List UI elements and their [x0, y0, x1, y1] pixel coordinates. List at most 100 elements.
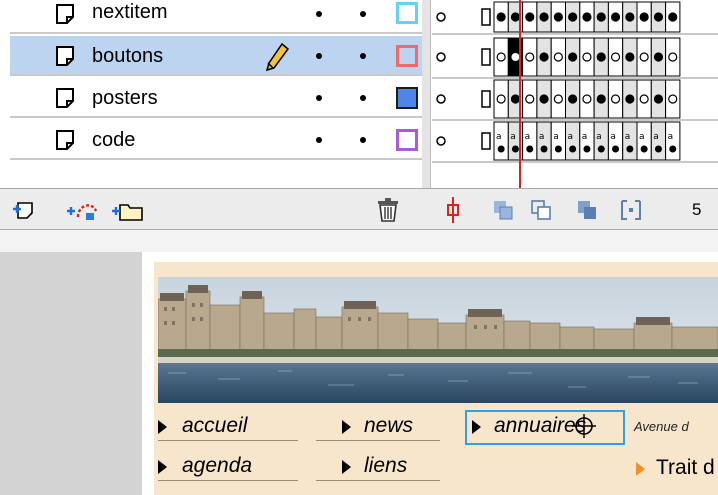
timeline-frames[interactable]: aaaaaaaaaaaaa [432, 0, 718, 188]
keyframe-dot[interactable] [553, 52, 563, 62]
edit-multiple-frames-icon[interactable] [576, 199, 600, 221]
keyframe-dot[interactable] [583, 145, 591, 153]
onion-skin-icon[interactable] [492, 199, 516, 221]
empty-keyframe[interactable] [436, 94, 446, 104]
layer-row-nextitem[interactable]: nextitem [10, 0, 422, 34]
keyframe-dot[interactable] [610, 52, 621, 62]
keyframe-dot[interactable] [653, 94, 664, 104]
nav-agenda[interactable]: agenda [182, 454, 252, 478]
add-motion-guide-icon[interactable] [66, 199, 100, 221]
visibility-dot[interactable] [316, 11, 322, 17]
keyframe-dot[interactable] [669, 145, 677, 153]
center-frame-icon[interactable] [446, 195, 460, 225]
keyframe-dot[interactable] [596, 94, 606, 104]
keyframe-dot[interactable] [539, 94, 549, 104]
arrow-right-icon [636, 462, 645, 476]
keyframe-span[interactable] [481, 8, 491, 26]
empty-keyframe[interactable] [436, 12, 446, 22]
layers-scrollbar[interactable] [422, 0, 430, 188]
layer-row-boutons[interactable]: boutons [10, 36, 422, 76]
keyframe-dot[interactable] [497, 145, 505, 153]
empty-keyframe[interactable] [436, 136, 446, 146]
onion-skin-outlines-icon[interactable] [530, 199, 554, 221]
keyframe-dot[interactable] [568, 52, 578, 62]
keyframe-dot[interactable] [653, 12, 664, 22]
keyframe-dot[interactable] [540, 145, 548, 153]
keyframe-dot[interactable] [625, 94, 635, 104]
insert-folder-icon[interactable] [110, 199, 144, 221]
underline [158, 480, 298, 481]
lock-dot[interactable] [360, 53, 366, 59]
keyframe-dot[interactable] [639, 94, 649, 104]
keyframe-dot[interactable] [610, 94, 621, 104]
keyframe-dot[interactable] [568, 94, 578, 104]
arrow-right-icon [342, 460, 351, 474]
keyframe-dot[interactable] [639, 12, 649, 22]
outline-color-box[interactable] [396, 129, 418, 151]
outline-color-box[interactable] [396, 45, 418, 67]
keyframe-dot[interactable] [582, 94, 592, 104]
insert-layer-icon[interactable] [12, 199, 38, 221]
nav-news[interactable]: news [364, 414, 413, 438]
playhead[interactable] [519, 0, 521, 188]
keyframe-dot[interactable] [511, 145, 519, 153]
keyframe-dot[interactable] [553, 94, 563, 104]
keyframe-span[interactable] [481, 132, 491, 150]
action-marker: a [668, 132, 674, 142]
keyframe-dot[interactable] [596, 12, 606, 22]
visibility-dot[interactable] [316, 53, 322, 59]
keyframe-dot[interactable] [625, 52, 635, 62]
keyframe-dot[interactable] [668, 12, 678, 22]
lock-dot[interactable] [360, 95, 366, 101]
outline-color-box[interactable] [396, 2, 418, 24]
keyframe-dot[interactable] [668, 94, 678, 104]
keyframe-span[interactable] [481, 48, 491, 66]
keyframe-dot[interactable] [554, 145, 562, 153]
modify-onion-markers-icon[interactable] [620, 199, 642, 221]
selected-button-outline[interactable] [465, 410, 625, 445]
layers-panel: nextitem boutons posters code [0, 0, 431, 188]
outline-color-box[interactable] [396, 87, 418, 109]
frame-grid[interactable]: aaaaaaaaaaaaa [432, 0, 718, 188]
keyframe-dot[interactable] [596, 52, 606, 62]
action-marker: a [653, 132, 659, 142]
pasteboard [0, 252, 142, 495]
lock-dot[interactable] [360, 11, 366, 17]
keyframe-dot[interactable] [668, 52, 678, 62]
layer-row-code[interactable]: code [10, 120, 422, 160]
nav-accueil[interactable]: accueil [182, 414, 247, 438]
keyframe-dot[interactable] [525, 94, 535, 104]
layer-row-posters[interactable]: posters [10, 78, 422, 118]
nav-liens[interactable]: liens [364, 454, 407, 478]
pencil-icon [265, 42, 290, 72]
keyframe-dot[interactable] [582, 52, 592, 62]
keyframe-dot[interactable] [525, 52, 535, 62]
empty-keyframe[interactable] [436, 52, 446, 62]
keyframe-dot[interactable] [639, 52, 649, 62]
keyframe-dot[interactable] [496, 94, 506, 104]
keyframe-dot[interactable] [640, 145, 648, 153]
keyframe-dot[interactable] [496, 12, 506, 22]
keyframe-dot[interactable] [610, 12, 621, 22]
keyframe-dot[interactable] [526, 145, 534, 153]
lock-dot[interactable] [360, 137, 366, 143]
visibility-dot[interactable] [316, 95, 322, 101]
keyframe-dot[interactable] [525, 12, 535, 22]
keyframe-dot[interactable] [496, 52, 506, 62]
keyframe-dot[interactable] [612, 145, 620, 153]
trash-icon[interactable] [376, 197, 400, 223]
keyframe-dot[interactable] [582, 12, 592, 22]
keyframe-dot[interactable] [553, 12, 563, 22]
keyframe-dot[interactable] [625, 12, 635, 22]
keyframe-dot[interactable] [654, 145, 662, 153]
keyframe-dot[interactable] [539, 12, 549, 22]
keyframe-dot[interactable] [539, 52, 549, 62]
keyframe-dot[interactable] [653, 52, 664, 62]
keyframe-dot[interactable] [597, 145, 605, 153]
visibility-dot[interactable] [316, 137, 322, 143]
keyframe-dot[interactable] [569, 145, 577, 153]
keyframe-dot[interactable] [568, 12, 578, 22]
lake-panorama-image[interactable] [158, 277, 718, 403]
keyframe-dot[interactable] [626, 145, 634, 153]
keyframe-span[interactable] [481, 90, 491, 108]
